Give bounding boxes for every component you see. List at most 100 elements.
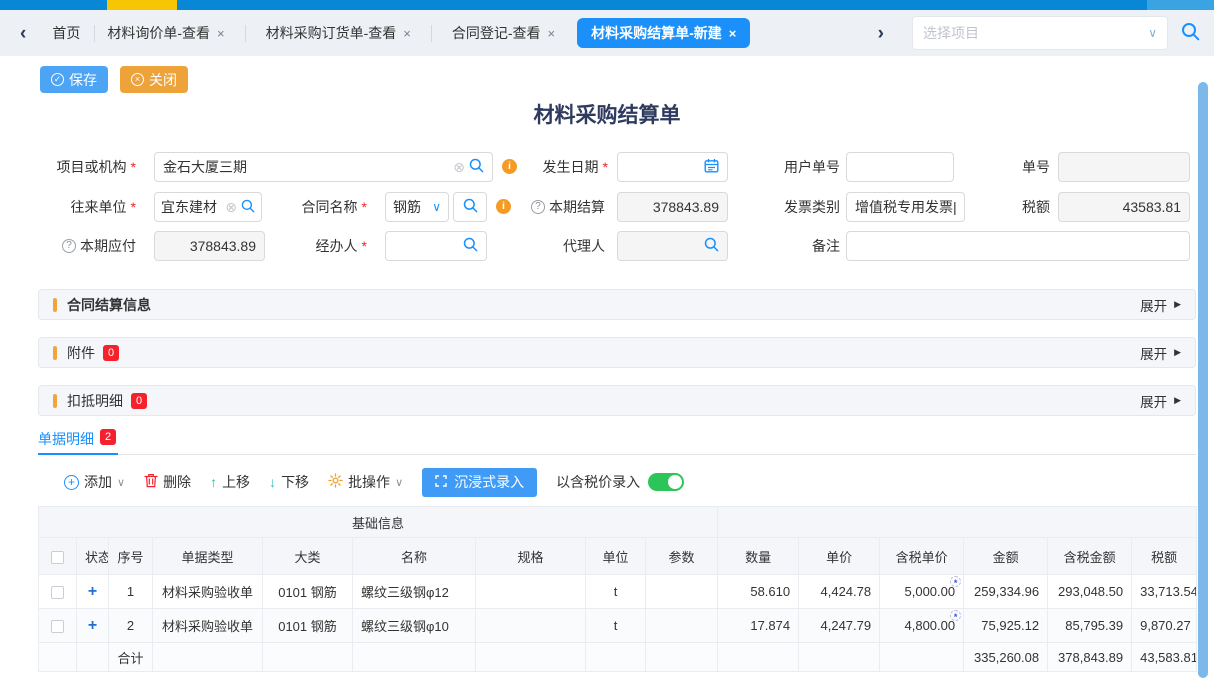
expand-arrow-icon: ▶ [1174, 395, 1181, 406]
close-tab-icon[interactable]: × [217, 26, 225, 41]
chevron-down-icon: ∨ [432, 200, 441, 214]
row-checkbox[interactable] [51, 620, 64, 633]
tab-home[interactable]: 首页 [52, 23, 80, 43]
required-mark: * [131, 159, 136, 175]
detail-toolbar: + 添加 ∨ 删除 ↑ 上移 ↓ 下移 批操作 ∨ 沉浸式录入 以含税价录入 [64, 466, 684, 498]
supplier-label: 往来单位* [0, 192, 136, 222]
help-icon[interactable]: ? [531, 200, 545, 214]
user-doc-no-label: 用户单号 [704, 152, 840, 182]
tab-contract-register[interactable]: 合同登记-查看 × [452, 23, 555, 43]
select-all-checkbox[interactable] [51, 551, 64, 564]
info-icon[interactable]: i [496, 199, 511, 214]
edited-star-icon: * [950, 576, 961, 587]
date-label: 发生日期* [468, 152, 608, 182]
section-marker [53, 346, 57, 360]
tab-label: 材料采购结算单-新建 [591, 23, 722, 43]
edited-star-icon: * [950, 610, 961, 621]
tabs-scroll-left-icon[interactable]: ‹ [20, 24, 26, 43]
settle-label: ? 本期结算 [518, 192, 605, 222]
group-header-amounts [718, 507, 1197, 538]
tab-divider [245, 25, 246, 42]
batch-operation-button[interactable]: 批操作 ∨ [328, 472, 403, 492]
close-button-label: 关闭 [149, 70, 177, 90]
check-circle-icon: ✓ [51, 73, 64, 86]
global-search-icon[interactable] [1181, 22, 1200, 44]
tab-purchase-settlement-active[interactable]: 材料采购结算单-新建 × [577, 18, 750, 48]
tab-label: 合同登记-查看 [452, 23, 541, 43]
arrow-up-icon: ↑ [210, 474, 217, 490]
section-marker [53, 298, 57, 312]
project-select[interactable]: 选择项目 ∨ [912, 16, 1168, 50]
deduction-count-badge: 0 [131, 393, 147, 409]
close-circle-icon: × [131, 73, 144, 86]
tab-bar: ‹ 首页 材料询价单-查看 × 材料采购订货单-查看 × 合同登记-查看 × 材… [0, 10, 1214, 56]
gear-icon [328, 473, 343, 491]
expand-button[interactable]: 展开 ▶ [1140, 343, 1181, 363]
expand-button[interactable]: 展开 ▶ [1140, 295, 1181, 315]
contract-search-button[interactable] [453, 192, 487, 222]
tab-document-detail[interactable]: 单据明细 2 [38, 429, 118, 455]
move-up-button[interactable]: ↑ 上移 [210, 472, 250, 492]
tab-material-inquiry[interactable]: 材料询价单-查看 × [107, 23, 224, 43]
tax-price-cell[interactable]: 5,000.00* [880, 575, 964, 609]
expand-arrow-icon: ▶ [1174, 299, 1181, 310]
project-label: 项目或机构* [0, 152, 136, 182]
row-add-icon[interactable]: + [88, 583, 97, 600]
expand-arrow-icon: ▶ [1174, 347, 1181, 358]
total-tax: 43,583.81 [1132, 643, 1197, 672]
tab-purchase-order[interactable]: 材料采购订货单-查看 × [266, 23, 411, 43]
attachment-count-badge: 0 [103, 345, 119, 361]
add-button[interactable]: + 添加 ∨ [64, 472, 125, 492]
section-marker [53, 394, 57, 408]
required-mark: * [362, 199, 367, 215]
tax-label: 税额 [914, 192, 1050, 222]
tab-label: 材料询价单-查看 [107, 23, 210, 43]
vertical-scrollbar[interactable] [1198, 82, 1208, 678]
remark-input[interactable] [846, 231, 1190, 261]
tax-input: 43583.81 [1058, 192, 1190, 222]
project-input[interactable]: 金石大厦三期 ⊗ [154, 152, 493, 182]
chevron-down-icon: ∨ [117, 476, 125, 489]
tab-label: 材料采购订货单-查看 [266, 23, 397, 43]
group-header-basic-info: 基础信息 [39, 507, 718, 538]
required-mark: * [603, 159, 608, 175]
tax-inclusive-entry: 以含税价录入 [556, 472, 684, 492]
arrow-down-icon: ↓ [269, 474, 276, 490]
close-tab-icon[interactable]: × [729, 26, 737, 41]
remark-label: 备注 [704, 231, 840, 261]
immersive-entry-button[interactable]: 沉浸式录入 [422, 468, 537, 497]
section-deduction-detail[interactable]: 扣抵明细 0 展开 ▶ [38, 385, 1196, 416]
expand-button[interactable]: 展开 ▶ [1140, 391, 1181, 411]
close-tab-icon[interactable]: × [548, 26, 556, 41]
total-row: 合计 335,260.08 378,843.89 43,583.81 [39, 643, 1197, 672]
save-button-label: 保存 [69, 70, 97, 90]
section-attachments[interactable]: 附件 0 展开 ▶ [38, 337, 1196, 368]
trash-icon [144, 473, 158, 491]
move-down-button[interactable]: ↓ 下移 [269, 472, 309, 492]
page-title: 材料采购结算单 [0, 99, 1214, 129]
search-icon [463, 198, 478, 216]
detail-tab-strip: 单据明细 2 [38, 429, 1196, 455]
close-tab-icon[interactable]: × [403, 26, 411, 41]
group-header-row: 基础信息 [39, 507, 1197, 538]
total-label: 合计 [109, 643, 153, 672]
row-checkbox[interactable] [51, 586, 64, 599]
tax-price-cell[interactable]: 4,800.00* [880, 609, 964, 643]
save-button[interactable]: ✓ 保存 [40, 66, 108, 93]
section-contract-settlement-info[interactable]: 合同结算信息 展开 ▶ [38, 289, 1196, 320]
tabs-scroll-right-icon[interactable]: › [878, 24, 884, 43]
required-mark: * [362, 238, 367, 254]
toggle-knob [668, 475, 682, 489]
row-add-icon[interactable]: + [88, 617, 97, 634]
close-button[interactable]: × 关闭 [120, 66, 188, 93]
clear-icon[interactable]: ⊗ [453, 160, 465, 174]
delete-button[interactable]: 删除 [144, 472, 191, 492]
fullscreen-brackets-icon [435, 474, 447, 490]
doc-no-label: 单号 [914, 152, 1050, 182]
tax-inclusive-toggle[interactable] [648, 473, 684, 491]
chevron-down-icon: ∨ [395, 476, 403, 489]
contract-select[interactable]: 钢筋 ∨ [385, 192, 449, 222]
help-icon[interactable]: ? [62, 239, 76, 253]
invoice-type-label: 发票类别 [704, 192, 840, 222]
detail-table: 基础信息 状态 序号 单据类型 大类 名称 规格 单位 参数 数量 单价 含税单… [38, 506, 1197, 672]
